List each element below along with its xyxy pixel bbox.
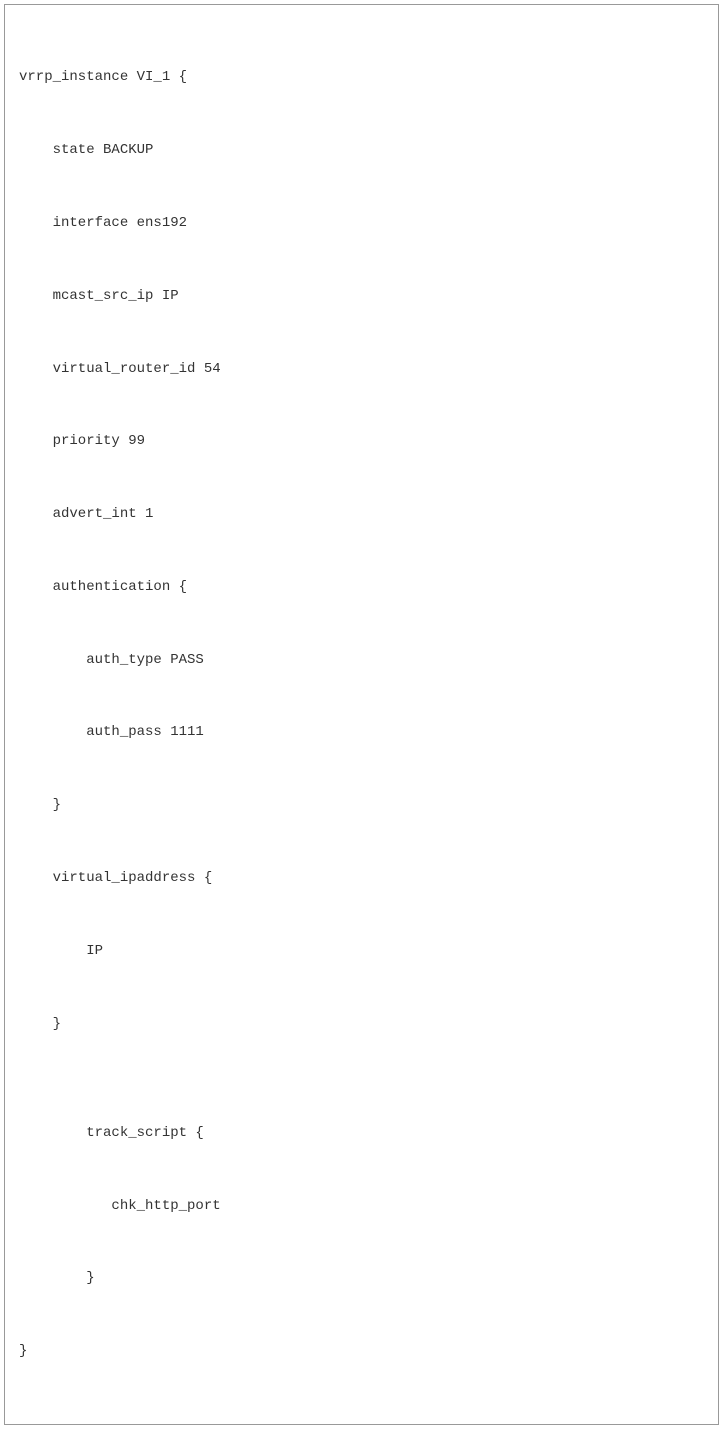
code-block: vrrp_instance VI_1 { state BACKUP interf… <box>4 4 719 1425</box>
code-line: track_script { <box>19 1115 704 1151</box>
code-line: virtual_ipaddress { <box>19 860 704 896</box>
code-line: vrrp_instance VI_1 { <box>19 59 704 95</box>
code-line: chk_http_port <box>19 1188 704 1224</box>
code-line: mcast_src_ip IP <box>19 278 704 314</box>
code-line: auth_pass 1111 <box>19 714 704 750</box>
code-line: interface ens192 <box>19 205 704 241</box>
code-line: } <box>19 1260 704 1296</box>
code-line: IP <box>19 933 704 969</box>
code-line: advert_int 1 <box>19 496 704 532</box>
code-line: } <box>19 1006 704 1042</box>
code-line: virtual_router_id 54 <box>19 351 704 387</box>
code-line: } <box>19 787 704 823</box>
code-line: authentication { <box>19 569 704 605</box>
code-line: priority 99 <box>19 423 704 459</box>
code-line: state BACKUP <box>19 132 704 168</box>
code-line: } <box>19 1333 704 1369</box>
code-line: auth_type PASS <box>19 642 704 678</box>
